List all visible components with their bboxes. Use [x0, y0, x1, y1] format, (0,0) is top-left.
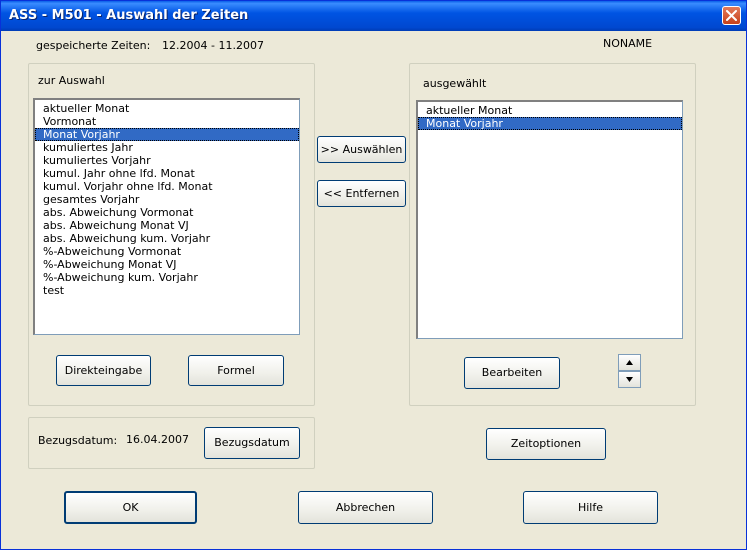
- reference-date: 16.04.2007: [126, 433, 189, 446]
- list-item[interactable]: kumuliertes Jahr: [35, 141, 299, 154]
- list-item[interactable]: Monat Vorjahr: [35, 128, 299, 141]
- list-item[interactable]: kumul. Vorjahr ohne lfd. Monat: [35, 180, 299, 193]
- arrow-down-icon: [626, 377, 633, 382]
- window-title: ASS - M501 - Auswahl der Zeiten: [9, 8, 249, 23]
- list-item[interactable]: aktueller Monat: [418, 104, 682, 117]
- direct-entry-button[interactable]: Direkteingabe: [56, 355, 151, 386]
- list-item[interactable]: aktueller Monat: [35, 102, 299, 115]
- edit-button[interactable]: Bearbeiten: [464, 357, 560, 389]
- list-item[interactable]: kumul. Jahr ohne lfd. Monat: [35, 167, 299, 180]
- title-bar[interactable]: ASS - M501 - Auswahl der Zeiten: [1, 1, 746, 31]
- list-item[interactable]: Vormonat: [35, 115, 299, 128]
- ok-button[interactable]: OK: [64, 491, 197, 524]
- list-item[interactable]: abs. Abweichung Monat VJ: [35, 219, 299, 232]
- formula-button[interactable]: Formel: [188, 355, 284, 386]
- list-item[interactable]: abs. Abweichung Vormonat: [35, 206, 299, 219]
- list-item[interactable]: gesamtes Vorjahr: [35, 193, 299, 206]
- list-item[interactable]: %-Abweichung Vormonat: [35, 245, 299, 258]
- cancel-button[interactable]: Abbrechen: [298, 491, 433, 524]
- select-button[interactable]: >> Auswählen: [317, 136, 406, 163]
- close-icon: [726, 10, 737, 21]
- available-listbox[interactable]: aktueller Monat Vormonat Monat Vorjahr kumu…: [33, 98, 300, 335]
- list-item[interactable]: kumuliertes Vorjahr: [35, 154, 299, 167]
- list-item[interactable]: Monat Vorjahr: [418, 117, 682, 130]
- remove-button[interactable]: << Entfernen: [317, 180, 406, 207]
- move-down-button[interactable]: [618, 371, 641, 388]
- list-item[interactable]: test: [35, 284, 299, 297]
- list-item[interactable]: abs. Abweichung kum. Vorjahr: [35, 232, 299, 245]
- chosen-list: aktueller Monat Monat Vorjahr: [418, 102, 682, 130]
- chosen-label: ausgewählt: [423, 77, 487, 90]
- saved-times-range: 12.2004 - 11.2007: [162, 39, 264, 52]
- arrow-up-icon: [626, 360, 633, 365]
- move-up-button[interactable]: [618, 354, 641, 371]
- list-item[interactable]: %-Abweichung kum. Vorjahr: [35, 271, 299, 284]
- chosen-listbox[interactable]: aktueller Monat Monat Vorjahr: [416, 100, 683, 339]
- dialog-window: ASS - M501 - Auswahl der Zeiten gespeich…: [0, 0, 747, 550]
- list-item[interactable]: %-Abweichung Monat VJ: [35, 258, 299, 271]
- help-button[interactable]: Hilfe: [523, 491, 658, 524]
- available-list: aktueller Monat Vormonat Monat Vorjahr kumu…: [35, 100, 299, 297]
- available-label: zur Auswahl: [38, 74, 105, 87]
- reference-date-button[interactable]: Bezugsdatum: [204, 427, 300, 459]
- profile-name: NONAME: [603, 37, 653, 50]
- saved-times-label: gespeicherte Zeiten:: [36, 39, 151, 52]
- close-button[interactable]: [722, 6, 741, 25]
- time-options-button[interactable]: Zeitoptionen: [486, 428, 606, 460]
- reference-label: Bezugsdatum:: [38, 434, 118, 447]
